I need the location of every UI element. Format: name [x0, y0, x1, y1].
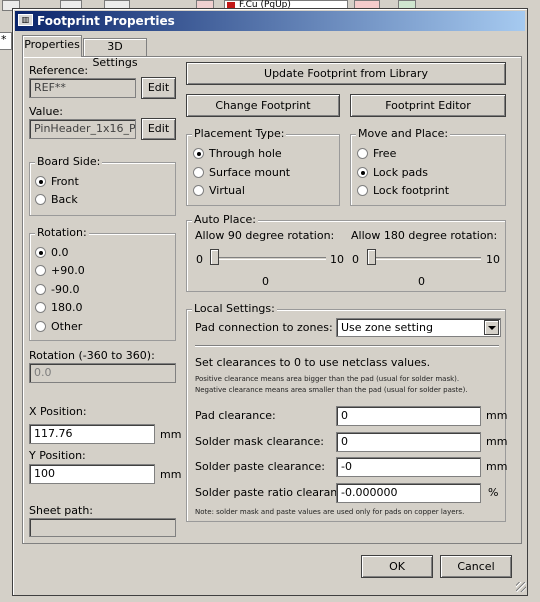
solder-paste-clearance-field[interactable]: -0 [336, 457, 481, 477]
tab-properties-label: Properties [24, 38, 80, 51]
pad-connection-label: Pad connection to zones: [195, 321, 333, 334]
footprint-app-icon: ▥ [18, 14, 33, 26]
move-free-label: Free [373, 147, 397, 160]
auto-place-label: Auto Place: [192, 213, 258, 226]
rot90-max-label: 10 [330, 253, 344, 266]
board-side-back-label: Back [51, 193, 78, 206]
radio-indicator [357, 185, 368, 196]
value-edit-button[interactable]: Edit [141, 118, 176, 140]
reference-edit-button[interactable]: Edit [141, 77, 176, 99]
solder-paste-ratio-field[interactable]: -0.000000 [336, 483, 481, 503]
move-lock-pads-label: Lock pads [373, 166, 429, 179]
rotation-180-label: 180.0 [51, 301, 83, 314]
local-settings-divider [195, 345, 499, 347]
resize-grip-icon[interactable] [516, 582, 526, 592]
netclass-note: Set clearances to 0 to use netclass valu… [195, 356, 431, 369]
rotation-other-label: Other [51, 320, 83, 333]
move-lock-footprint-label: Lock footprint [373, 184, 450, 197]
reference-label: Reference: [29, 64, 89, 77]
pad-connection-dropdown[interactable]: Use zone setting [336, 318, 501, 337]
x-position-label: X Position: [29, 405, 87, 418]
dialog-title: Footprint Properties [37, 14, 175, 28]
radio-indicator [193, 167, 204, 178]
rotation-custom-label: Rotation (-360 to 360): [29, 349, 155, 362]
radio-indicator [193, 185, 204, 196]
positive-clearance-note: Positive clearance means area bigger tha… [195, 375, 460, 383]
tab-properties[interactable]: Properties [22, 35, 82, 57]
change-footprint-button[interactable]: Change Footprint [186, 94, 340, 117]
placement-surface-mount-label: Surface mount [209, 166, 291, 179]
copper-layers-note: Note: solder mask and paste values are u… [195, 508, 465, 516]
solder-paste-clearance-label: Solder paste clearance: [195, 460, 325, 473]
board-side-label: Board Side: [35, 155, 103, 168]
solder-mask-clearance-label: Solder mask clearance: [195, 435, 324, 448]
solder-paste-ratio-label: Solder paste ratio clearance: [195, 486, 354, 499]
x-position-field[interactable]: 117.76 [29, 424, 155, 444]
chevron-down-icon[interactable] [484, 320, 499, 335]
placement-through-hole-label: Through hole [209, 147, 282, 160]
rotation-custom-field[interactable]: 0.0 [29, 363, 176, 383]
value-label: Value: [29, 105, 63, 118]
dialog-titlebar[interactable]: Footprint Properties [15, 11, 525, 31]
radio-indicator [357, 167, 368, 178]
cancel-button[interactable]: Cancel [440, 555, 512, 578]
board-side-group [29, 162, 176, 216]
rot180-max-label: 10 [486, 253, 500, 266]
x-position-unit: mm [160, 428, 182, 441]
rot180-slider-thumb[interactable] [367, 249, 376, 265]
reference-field[interactable]: REF** [29, 78, 136, 98]
radio-indicator [357, 148, 368, 159]
sheet-path-label: Sheet path: [29, 504, 94, 517]
placement-type-label: Placement Type: [192, 127, 287, 140]
footprint-editor-button[interactable]: Footprint Editor [350, 94, 506, 117]
local-settings-label: Local Settings: [192, 302, 277, 315]
y-position-label: Y Position: [29, 449, 86, 462]
rot180-value-label: 0 [418, 275, 425, 288]
rotation-label: Rotation: [35, 226, 89, 239]
rot180-min-label: 0 [352, 253, 359, 266]
background-left-field[interactable]: * [0, 32, 12, 50]
negative-clearance-note: Negative clearance means area smaller th… [195, 386, 468, 394]
placement-virtual-label: Virtual [209, 184, 245, 197]
rot90-slider-track[interactable] [210, 257, 326, 260]
solder-mask-clearance-unit: mm [486, 435, 508, 448]
rotation-minus90-label: -90.0 [51, 283, 80, 296]
rotation-0-label: 0.0 [51, 246, 69, 259]
rot180-label: Allow 180 degree rotation: [351, 229, 498, 242]
radio-indicator [35, 265, 46, 276]
pad-clearance-field[interactable]: 0 [336, 406, 481, 426]
ok-button[interactable]: OK [361, 555, 433, 578]
solder-paste-clearance-unit: mm [486, 460, 508, 473]
tab-3d-settings[interactable]: 3D Settings [83, 38, 147, 69]
rot90-label: Allow 90 degree rotation: [195, 229, 335, 242]
pad-connection-value: Use zone setting [341, 321, 433, 334]
radio-indicator [35, 284, 46, 295]
y-position-unit: mm [160, 468, 182, 481]
background-left-field-text: * [1, 33, 7, 46]
rot90-min-label: 0 [196, 253, 203, 266]
sheet-path-field[interactable] [29, 518, 176, 537]
move-and-place-label: Move and Place: [356, 127, 451, 140]
solder-paste-ratio-unit: % [488, 486, 499, 499]
rot180-slider-track[interactable] [367, 257, 481, 260]
y-position-field[interactable]: 100 [29, 464, 155, 484]
update-footprint-button[interactable]: Update Footprint from Library [186, 62, 506, 85]
radio-indicator [35, 247, 46, 258]
pad-clearance-label: Pad clearance: [195, 409, 276, 422]
board-side-front-label: Front [51, 175, 79, 188]
rot90-value-label: 0 [262, 275, 269, 288]
radio-indicator [193, 148, 204, 159]
radio-indicator [35, 321, 46, 332]
rot90-slider-thumb[interactable] [210, 249, 219, 265]
value-field[interactable]: PinHeader_1x16_P2. [29, 119, 136, 139]
radio-indicator [35, 176, 46, 187]
solder-mask-clearance-field[interactable]: 0 [336, 432, 481, 452]
pad-clearance-unit: mm [486, 409, 508, 422]
radio-indicator [35, 302, 46, 313]
rotation-plus90-label: +90.0 [51, 264, 85, 277]
radio-indicator [35, 194, 46, 205]
